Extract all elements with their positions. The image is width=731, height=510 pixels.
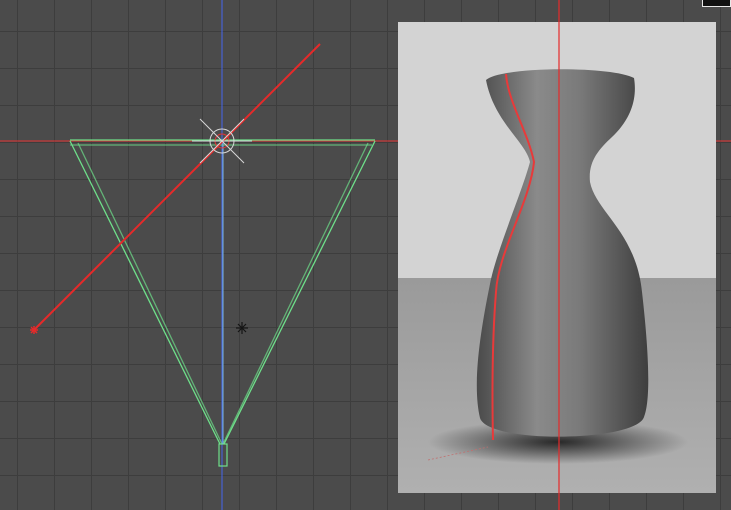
- camera-body[interactable]: [218, 443, 228, 467]
- 3d-viewport[interactable]: [0, 0, 731, 510]
- render-preview-panel: [398, 22, 716, 493]
- asterisk-pivot-icon[interactable]: [236, 322, 248, 334]
- light-marker-icon[interactable]: [30, 326, 38, 334]
- render-preview-image: [398, 22, 716, 493]
- corner-indicator: [702, 0, 731, 7]
- light-direction-line[interactable]: [33, 43, 321, 331]
